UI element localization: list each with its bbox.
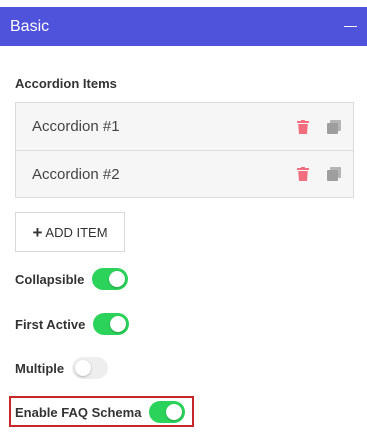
copy-icon[interactable] bbox=[326, 119, 341, 134]
accordion-items-label: Accordion Items bbox=[15, 76, 117, 91]
panel-title: Basic bbox=[10, 17, 50, 35]
toggle-knob bbox=[109, 271, 126, 287]
top-strip bbox=[0, 0, 367, 7]
accordion-item-1[interactable]: Accordion #1 bbox=[16, 103, 353, 150]
toggle-knob bbox=[75, 360, 92, 376]
enable-faq-schema-toggle[interactable] bbox=[149, 401, 186, 423]
multiple-toggle[interactable] bbox=[72, 357, 109, 379]
copy-icon[interactable] bbox=[326, 167, 341, 182]
trash-icon[interactable] bbox=[296, 119, 310, 135]
first-active-toggle[interactable] bbox=[93, 313, 130, 335]
toggle-row-enable-faq-schema: Enable FAQ Schema bbox=[15, 400, 186, 424]
toggle-knob bbox=[166, 404, 183, 420]
collapsible-toggle[interactable] bbox=[92, 268, 129, 290]
accordion-item-label: Accordion #1 bbox=[32, 118, 120, 135]
minus-icon[interactable] bbox=[343, 21, 357, 33]
panel-header-basic[interactable]: Basic bbox=[0, 7, 367, 46]
accordion-items-list: Accordion #1 Accordion #2 bbox=[15, 102, 354, 198]
add-item-label: ADD ITEM bbox=[45, 224, 108, 240]
trash-icon[interactable] bbox=[296, 166, 310, 182]
plus-icon: + bbox=[32, 222, 43, 242]
toggle-row-multiple: Multiple bbox=[15, 356, 109, 380]
toggle-label-enable-faq-schema: Enable FAQ Schema bbox=[15, 404, 142, 420]
toggle-knob bbox=[110, 316, 127, 332]
add-item-button[interactable]: + ADD ITEM bbox=[15, 212, 125, 252]
accordion-item-label: Accordion #2 bbox=[32, 165, 120, 183]
toggle-label-multiple: Multiple bbox=[15, 360, 65, 376]
toggle-label-first-active: First Active bbox=[15, 316, 86, 332]
settings-panel: Basic Accordion Items Accordion #1 Accor… bbox=[0, 0, 367, 435]
toggle-row-first-active: First Active bbox=[15, 312, 130, 336]
toggle-row-collapsible: Collapsible bbox=[15, 267, 129, 291]
toggle-label-collapsible: Collapsible bbox=[15, 271, 85, 287]
accordion-item-2[interactable]: Accordion #2 bbox=[16, 150, 353, 197]
